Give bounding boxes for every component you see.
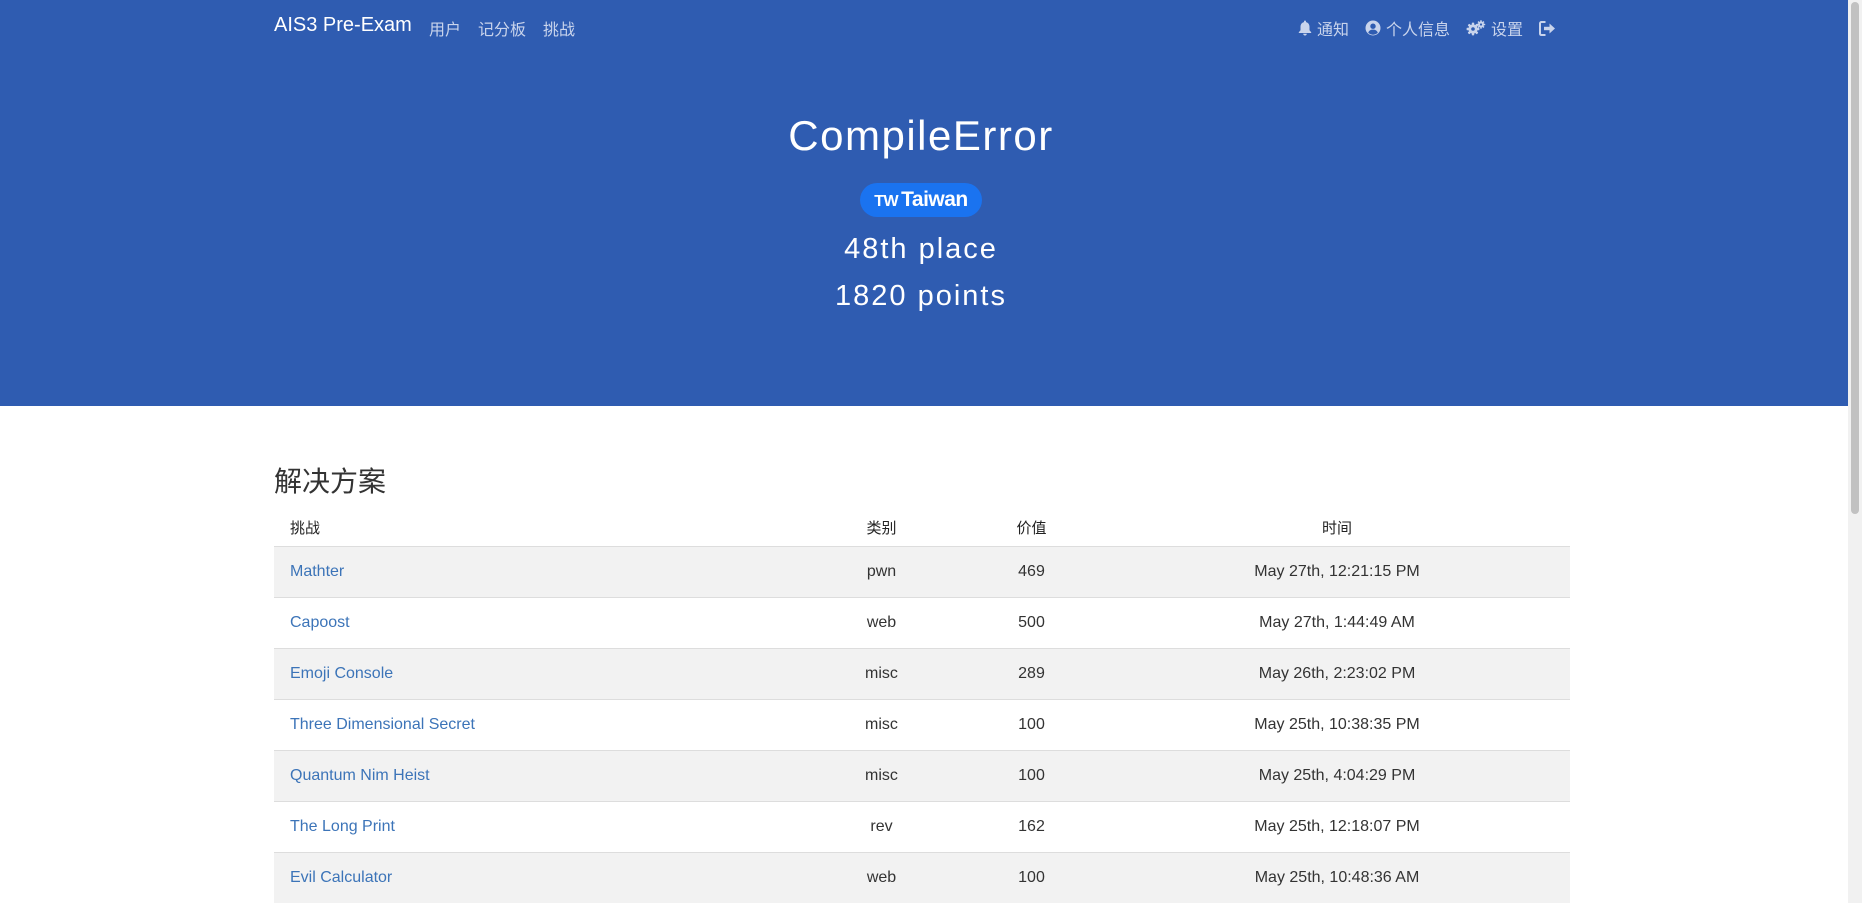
hero-banner: AIS3 Pre-Exam 用户 记分板 挑战 通知 个人信息 设置 Compi…: [0, 0, 1848, 406]
page: AIS3 Pre-Exam 用户 记分板 挑战 通知 个人信息 设置 Compi…: [0, 0, 1848, 903]
challenge-link[interactable]: Mathter: [290, 563, 344, 580]
header-time: 时间: [1104, 508, 1570, 547]
category-cell: web: [804, 852, 959, 903]
cogs-icon: [1466, 20, 1486, 36]
sign-out-icon: [1539, 20, 1556, 36]
table-row: Quantum Nim Heist misc 100 May 25th, 4:0…: [274, 750, 1570, 802]
time-cell: May 27th, 12:21:15 PM: [1104, 546, 1570, 598]
category-cell: web: [804, 597, 959, 649]
challenge-cell: The Long Print: [274, 801, 804, 853]
challenge-cell: Quantum Nim Heist: [274, 750, 804, 802]
time-cell: May 25th, 10:38:35 PM: [1104, 699, 1570, 751]
country-badge: TW Taiwan: [860, 183, 982, 217]
challenge-link[interactable]: Capoost: [290, 614, 350, 631]
settings-link[interactable]: 设置: [1466, 16, 1523, 40]
nav-link-scoreboard[interactable]: 记分板: [478, 16, 526, 40]
navbar: AIS3 Pre-Exam 用户 记分板 挑战 通知 个人信息 设置: [274, 0, 1570, 52]
category-cell: pwn: [804, 546, 959, 598]
value-cell: 500: [959, 597, 1104, 649]
challenge-link[interactable]: Quantum Nim Heist: [290, 767, 430, 784]
nav-links: 用户 记分板 挑战: [429, 16, 575, 40]
time-cell: May 25th, 4:04:29 PM: [1104, 750, 1570, 802]
time-cell: May 26th, 2:23:02 PM: [1104, 648, 1570, 700]
country-name: Taiwan: [901, 188, 968, 211]
value-cell: 100: [959, 750, 1104, 802]
challenge-link[interactable]: Evil Calculator: [290, 869, 392, 886]
country-flag: TW: [874, 193, 899, 210]
bell-icon: [1298, 20, 1312, 36]
notifications-label: 通知: [1316, 22, 1349, 39]
settings-label: 设置: [1490, 22, 1523, 39]
value-cell: 289: [959, 648, 1104, 700]
header-challenge: 挑战: [274, 508, 804, 547]
table-header-row: 挑战 类别 价值 时间: [274, 508, 1570, 547]
nav-link-users[interactable]: 用户: [429, 16, 461, 40]
country-wrap: TW Taiwan: [0, 183, 1842, 217]
profile-link[interactable]: 个人信息: [1365, 16, 1450, 40]
time-cell: May 25th, 10:48:36 AM: [1104, 852, 1570, 903]
challenge-cell: Emoji Console: [274, 648, 804, 700]
header-category: 类别: [804, 508, 959, 547]
value-cell: 100: [959, 852, 1104, 903]
table-row: The Long Print rev 162 May 25th, 12:18:0…: [274, 801, 1570, 853]
team-points: 1820 points: [835, 280, 1007, 312]
table-row: Mathter pwn 469 May 27th, 12:21:15 PM: [274, 546, 1570, 598]
scrollbar-thumb[interactable]: [1851, 2, 1859, 514]
table-row: Evil Calculator web 100 May 25th, 10:48:…: [274, 852, 1570, 903]
challenge-cell: Capoost: [274, 597, 804, 649]
table-row: Emoji Console misc 289 May 26th, 2:23:02…: [274, 648, 1570, 700]
solves-title: 解决方案: [274, 466, 387, 497]
table-row: Capoost web 500 May 27th, 1:44:49 AM: [274, 597, 1570, 649]
challenge-cell: Evil Calculator: [274, 852, 804, 903]
time-cell: May 25th, 12:18:07 PM: [1104, 801, 1570, 853]
header-value: 价值: [959, 508, 1104, 547]
solves-table: 挑战 类别 价值 时间 Mathter pwn 469 May 27th, 12…: [274, 508, 1570, 903]
challenge-link[interactable]: Emoji Console: [290, 665, 393, 682]
category-cell: rev: [804, 801, 959, 853]
team-name: CompileError: [788, 112, 1054, 159]
challenge-cell: Three Dimensional Secret: [274, 699, 804, 751]
nav-link-challenges[interactable]: 挑战: [543, 16, 575, 40]
vertical-scrollbar[interactable]: [1848, 0, 1862, 903]
category-cell: misc: [804, 750, 959, 802]
category-cell: misc: [804, 699, 959, 751]
brand-link[interactable]: AIS3 Pre-Exam: [274, 14, 412, 37]
notifications-link[interactable]: 通知: [1298, 16, 1349, 40]
value-cell: 162: [959, 801, 1104, 853]
logout-link[interactable]: [1539, 20, 1556, 36]
value-cell: 100: [959, 699, 1104, 751]
user-circle-icon: [1365, 20, 1381, 36]
category-cell: misc: [804, 648, 959, 700]
challenge-cell: Mathter: [274, 546, 804, 598]
team-place: 48th place: [844, 233, 998, 265]
profile-label: 个人信息: [1385, 22, 1450, 39]
table-row: Three Dimensional Secret misc 100 May 25…: [274, 699, 1570, 751]
nav-user-menu: 通知 个人信息 设置: [1298, 16, 1556, 40]
value-cell: 469: [959, 546, 1104, 598]
challenge-link[interactable]: Three Dimensional Secret: [290, 716, 475, 733]
time-cell: May 27th, 1:44:49 AM: [1104, 597, 1570, 649]
challenge-link[interactable]: The Long Print: [290, 818, 395, 835]
